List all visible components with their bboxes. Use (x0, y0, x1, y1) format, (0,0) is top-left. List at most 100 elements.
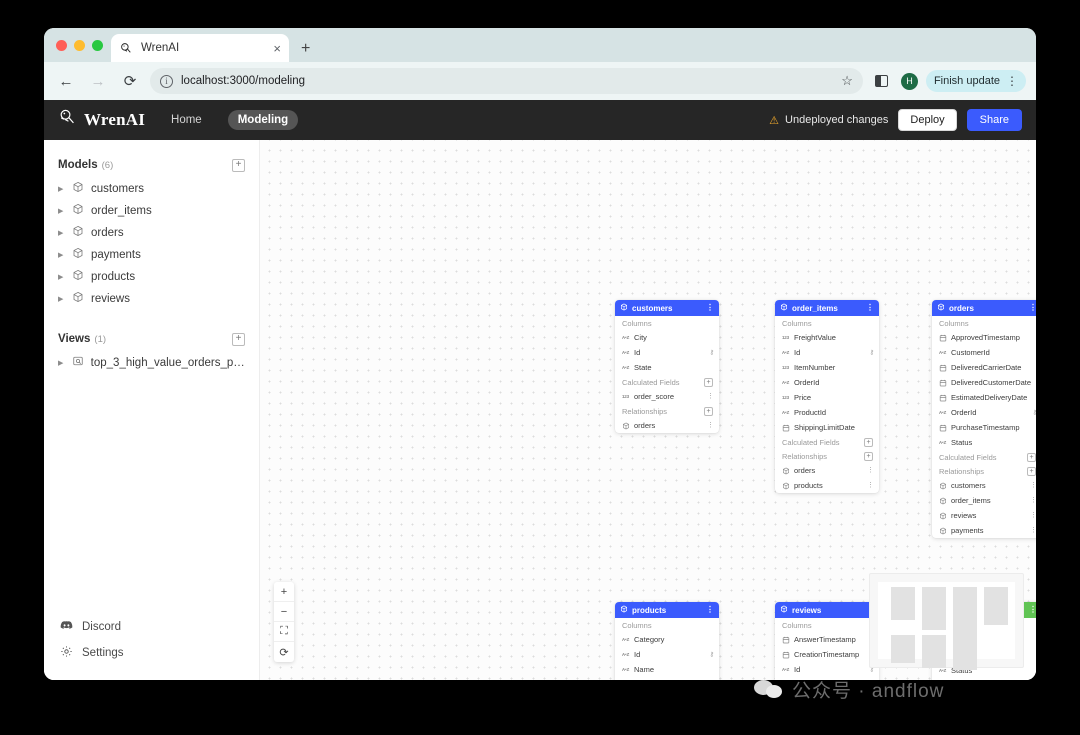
add-model-button[interactable]: + (232, 158, 245, 172)
address-bar[interactable]: i localhost:3000/modeling ☆ (150, 68, 863, 94)
canvas-minimap[interactable] (869, 573, 1024, 670)
minimize-window-button[interactable] (74, 39, 85, 51)
column-row[interactable]: A•Z CustomerId (932, 345, 1036, 360)
modeling-canvas[interactable]: customers ⋮ Columns A•Z City A•Z Id ⚷ A•Z State Ca… (260, 140, 1036, 680)
reset-button[interactable]: ⟳ (274, 642, 294, 662)
node-header[interactable]: reviews⋮ (775, 602, 879, 618)
sidebar-item-model-5[interactable]: ▶ reviews (44, 288, 259, 310)
column-row[interactable]: A•Z Category (615, 632, 719, 647)
relationship-row[interactable]: customers ⋮ (932, 478, 1036, 493)
column-row[interactable]: PurchaseTimestamp (932, 678, 1036, 680)
sidebar-item-settings[interactable]: Settings (44, 640, 259, 666)
column-row[interactable]: DeliveredCustomerDate (932, 375, 1036, 390)
chevron-right-icon[interactable]: ▶ (58, 295, 65, 303)
chevron-right-icon[interactable]: ▶ (58, 229, 65, 237)
column-row[interactable]: A•Z Status (932, 435, 1036, 450)
column-row[interactable]: A•Z OrderId (775, 375, 879, 390)
relationship-row[interactable]: order_items ⋮ (932, 493, 1036, 508)
close-window-button[interactable] (56, 39, 67, 51)
column-row[interactable]: A•Z Id ⚷ (615, 345, 719, 360)
row-menu-icon[interactable]: ⋮ (707, 422, 714, 429)
relationship-row[interactable]: products ⋮ (775, 478, 879, 493)
column-row[interactable]: AnswerTimestamp (775, 632, 879, 647)
add-relationship-button[interactable]: + (1027, 467, 1036, 476)
row-menu-icon[interactable]: ⋮ (867, 482, 874, 489)
node-reviews[interactable]: reviews⋮ Columns AnswerTimestamp CreationTi… (775, 602, 879, 680)
back-icon[interactable]: ← (54, 69, 78, 93)
node-products[interactable]: products ⋮ Columns A•Z Category A•Z Id ⚷ A•Z Name… (615, 602, 719, 680)
column-row[interactable]: DeliveredCarrierDate (932, 360, 1036, 375)
add-relationship-button[interactable]: + (864, 452, 873, 461)
column-row[interactable]: PurchaseTimestamp (932, 420, 1036, 435)
zoom-in-button[interactable]: + (274, 582, 294, 602)
calculated-field-row[interactable]: 123 order_score ⋮ (615, 389, 719, 404)
column-row[interactable]: EstimatedDeliveryDate (932, 390, 1036, 405)
chevron-right-icon[interactable]: ▶ (58, 207, 65, 215)
side-panel-icon[interactable] (871, 70, 893, 92)
row-menu-icon[interactable]: ⋮ (1030, 497, 1036, 504)
node-order_items[interactable]: order_items ⋮ Columns 123 FreightValue A•Z Id ⚷… (775, 300, 879, 493)
zoom-out-button[interactable]: − (274, 602, 294, 622)
maximize-window-button[interactable] (92, 39, 103, 51)
relationship-row[interactable]: orders ⋮ (775, 463, 879, 478)
node-menu-icon[interactable]: ⋮ (1029, 304, 1036, 312)
add-calculated-field-button[interactable]: + (1027, 453, 1036, 462)
fit-view-button[interactable]: ⛶ (274, 622, 294, 642)
node-menu-icon[interactable]: ⋮ (866, 304, 874, 312)
column-row[interactable]: A•Z City (615, 330, 719, 345)
column-row[interactable]: 123 FreightValue (775, 330, 879, 345)
node-header[interactable]: customers ⋮ (615, 300, 719, 316)
profile-avatar[interactable]: H (900, 72, 918, 90)
sidebar-item-view-0[interactable]: ▶ top_3_high_value_orders_per... (44, 352, 259, 374)
add-calculated-field-button[interactable]: + (704, 378, 713, 387)
row-menu-icon[interactable]: ⋮ (867, 467, 874, 474)
column-row[interactable]: A•Z Id ⚷ (615, 647, 719, 662)
column-row[interactable]: CreationTimestamp (775, 647, 879, 662)
node-menu-icon[interactable]: ⋮ (706, 304, 714, 312)
node-header[interactable]: order_items ⋮ (775, 300, 879, 316)
browser-tab[interactable]: WrenAI × (111, 34, 289, 62)
site-info-icon[interactable]: i (160, 74, 173, 88)
sidebar-item-model-3[interactable]: ▶ payments (44, 244, 259, 266)
column-row[interactable]: A•Z State (615, 360, 719, 375)
column-row[interactable]: A•Z Id ⚷ (775, 345, 879, 360)
app-brand[interactable]: WrenAI (58, 108, 145, 132)
node-menu-icon[interactable]: ⋮ (706, 606, 714, 614)
sidebar-item-discord[interactable]: Discord (44, 614, 259, 640)
close-icon[interactable]: × (273, 42, 281, 55)
row-menu-icon[interactable]: ⋮ (1030, 512, 1036, 519)
chevron-right-icon[interactable]: ▶ (58, 251, 65, 259)
node-orders[interactable]: orders ⋮ Columns ApprovedTimestamp A•Z Custom… (932, 300, 1036, 538)
column-row[interactable]: ApprovedTimestamp (932, 330, 1036, 345)
new-tab-button[interactable]: + (301, 40, 310, 58)
add-view-button[interactable]: + (232, 332, 245, 346)
column-row[interactable]: ShippingLimitDate (775, 420, 879, 435)
chevron-right-icon[interactable]: ▶ (58, 185, 65, 193)
sidebar-item-model-4[interactable]: ▶ products (44, 266, 259, 288)
node-menu-icon[interactable]: ⋮ (1029, 606, 1036, 614)
nav-modeling[interactable]: Modeling (227, 110, 299, 130)
row-menu-icon[interactable]: ⋮ (1030, 482, 1036, 489)
chevron-right-icon[interactable]: ▶ (58, 359, 65, 367)
column-row[interactable]: A•Z Name (615, 662, 719, 677)
column-row[interactable]: A•Z OrderId ⚷ (932, 405, 1036, 420)
nav-home[interactable]: Home (161, 110, 212, 130)
share-button[interactable]: Share (966, 109, 1022, 131)
add-calculated-field-button[interactable]: + (864, 438, 873, 447)
relationship-row[interactable]: orders ⋮ (615, 418, 719, 433)
node-header[interactable]: orders ⋮ (932, 300, 1036, 316)
node-customers[interactable]: customers ⋮ Columns A•Z City A•Z Id ⚷ A•Z State Ca… (615, 300, 719, 433)
deploy-button[interactable]: Deploy (898, 109, 957, 131)
add-relationship-button[interactable]: + (704, 407, 713, 416)
relationship-row[interactable]: payments ⋮ (932, 523, 1036, 538)
sidebar-item-model-0[interactable]: ▶ customers (44, 178, 259, 200)
relationship-row[interactable]: reviews ⋮ (932, 508, 1036, 523)
column-row[interactable]: A•Z Id ⚷ (775, 662, 879, 677)
column-row[interactable]: A•Z ProductId (775, 405, 879, 420)
chevron-right-icon[interactable]: ▶ (58, 273, 65, 281)
column-row[interactable]: 123 ItemNumber (775, 360, 879, 375)
sidebar-item-model-1[interactable]: ▶ order_items (44, 200, 259, 222)
sidebar-item-model-2[interactable]: ▶ orders (44, 222, 259, 244)
column-row[interactable]: 123 Price (775, 390, 879, 405)
node-header[interactable]: products ⋮ (615, 602, 719, 618)
